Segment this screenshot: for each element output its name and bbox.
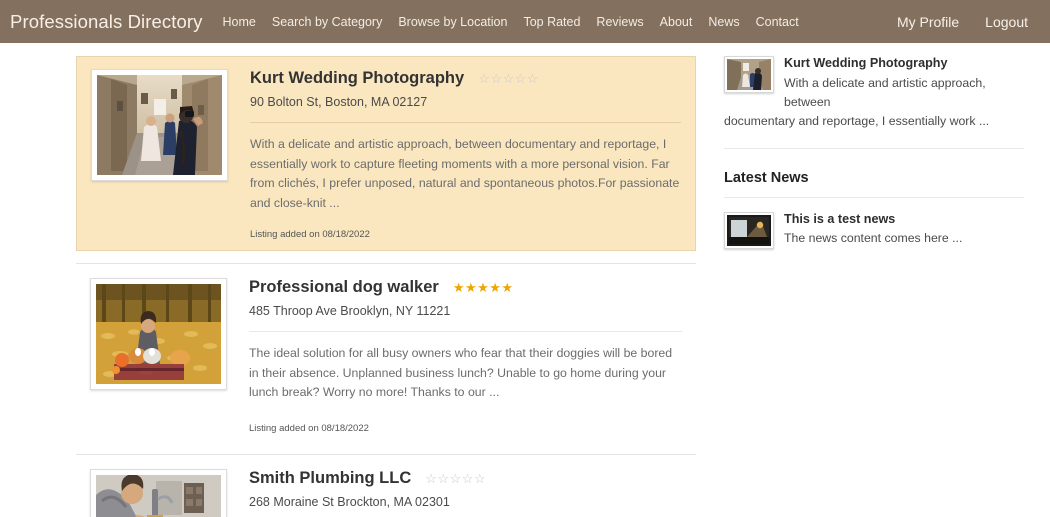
listing-title-row: Kurt Wedding Photography ☆☆☆☆☆ xyxy=(250,69,681,88)
listing-card[interactable]: Professional dog walker ★★★★★ 485 Throop… xyxy=(76,263,696,444)
listing-description: With a delicate and artistic approach, b… xyxy=(250,137,680,210)
nav-item-news[interactable]: News xyxy=(708,15,739,29)
listing-added-date: Listing added on 08/18/2022 xyxy=(249,422,369,434)
nav-item-contact[interactable]: Contact xyxy=(756,15,799,29)
listings-column: Kurt Wedding Photography ☆☆☆☆☆ 90 Bolton… xyxy=(76,56,696,517)
listing-thumbnail-frame xyxy=(91,69,228,181)
woman-with-dogs-autumn-leaves-photo[interactable] xyxy=(96,284,221,384)
listing-divider xyxy=(249,331,682,332)
news-thumbnail-frame xyxy=(724,212,774,249)
listing-body: Kurt Wedding Photography ☆☆☆☆☆ 90 Bolton… xyxy=(250,69,681,240)
listing-thumbnail-frame xyxy=(90,278,227,390)
star-rating-empty[interactable]: ☆☆☆☆☆ xyxy=(478,72,539,85)
listing-title-row: Professional dog walker ★★★★★ xyxy=(249,278,682,297)
news-thumbnail[interactable] xyxy=(727,215,771,246)
sidebar-featured-listing[interactable]: Kurt Wedding Photography With a delicate… xyxy=(724,56,1024,112)
listing-body: Smith Plumbing LLC ☆☆☆☆☆ 268 Moraine St … xyxy=(249,469,682,517)
listing-thumbnail-frame xyxy=(90,468,227,517)
nav-item-home[interactable]: Home xyxy=(223,15,256,29)
nav-item-search-by-category[interactable]: Search by Category xyxy=(272,15,382,29)
star-rating-empty[interactable]: ☆☆☆☆☆ xyxy=(425,472,486,485)
listing-description: The ideal solution for all busy owners w… xyxy=(249,346,673,399)
listing-title[interactable]: Professional dog walker xyxy=(249,278,439,297)
news-item-text: This is a test news The news content com… xyxy=(784,212,1024,245)
nav-item-about[interactable]: About xyxy=(660,15,693,29)
listing-body: Professional dog walker ★★★★★ 485 Throop… xyxy=(249,278,682,434)
sidebar-thumbnail-frame xyxy=(724,56,774,93)
listing-address: 268 Moraine St Brockton, MA 02301 xyxy=(249,494,450,509)
sidebar-news-heading-divider xyxy=(724,197,1024,198)
nav-item-logout[interactable]: Logout xyxy=(985,14,1028,30)
sidebar-news-heading: Latest News xyxy=(724,170,809,186)
nav-item-my-profile[interactable]: My Profile xyxy=(897,14,959,30)
sidebar-divider xyxy=(724,148,1024,149)
news-item-desc: The news content comes here ... xyxy=(784,231,963,245)
sidebar-featured-text: Kurt Wedding Photography With a delicate… xyxy=(784,56,1024,112)
page-body: Kurt Wedding Photography ☆☆☆☆☆ 90 Bolton… xyxy=(0,43,1050,517)
sidebar-featured-block: Kurt Wedding Photography With a delicate… xyxy=(724,56,1024,149)
sidebar-featured-desc-line2: documentary and reportage, I essentially… xyxy=(724,114,990,128)
account-navigation: My Profile Logout xyxy=(897,14,1036,30)
star-rating-filled[interactable]: ★★★★★ xyxy=(453,281,514,294)
listing-card[interactable]: Smith Plumbing LLC ☆☆☆☆☆ 268 Moraine St … xyxy=(76,453,696,517)
wedding-photographer-thumbnail[interactable] xyxy=(727,59,771,90)
wedding-photographer-alley-photo[interactable] xyxy=(97,75,222,175)
listing-address: 485 Throop Ave Brooklyn, NY 11221 xyxy=(249,304,451,318)
main-navigation: Home Search by Category Browse by Locati… xyxy=(223,15,897,29)
sidebar-featured-title[interactable]: Kurt Wedding Photography xyxy=(784,56,1024,71)
site-brand[interactable]: Professionals Directory xyxy=(10,11,203,33)
nav-item-reviews[interactable]: Reviews xyxy=(596,15,643,29)
news-list-item[interactable]: This is a test news The news content com… xyxy=(724,212,1024,249)
plumber-fixing-sink-photo[interactable] xyxy=(96,474,221,517)
news-item-title[interactable]: This is a test news xyxy=(784,212,1024,226)
listing-card-featured[interactable]: Kurt Wedding Photography ☆☆☆☆☆ 90 Bolton… xyxy=(76,56,696,251)
site-header: Professionals Directory Home Search by C… xyxy=(0,0,1050,43)
listing-title[interactable]: Kurt Wedding Photography xyxy=(250,69,464,88)
listing-address: 90 Bolton St, Boston, MA 02127 xyxy=(250,95,428,109)
sidebar-featured-desc-line1: With a delicate and artistic approach, b… xyxy=(784,76,986,109)
listing-title[interactable]: Smith Plumbing LLC xyxy=(249,469,411,488)
listing-added-date: Listing added on 08/18/2022 xyxy=(250,229,370,240)
nav-item-browse-by-location[interactable]: Browse by Location xyxy=(398,15,507,29)
sidebar: Kurt Wedding Photography With a delicate… xyxy=(724,56,1024,249)
listing-title-row: Smith Plumbing LLC ☆☆☆☆☆ xyxy=(249,469,682,488)
listing-divider xyxy=(250,122,681,123)
nav-item-top-rated[interactable]: Top Rated xyxy=(523,15,580,29)
